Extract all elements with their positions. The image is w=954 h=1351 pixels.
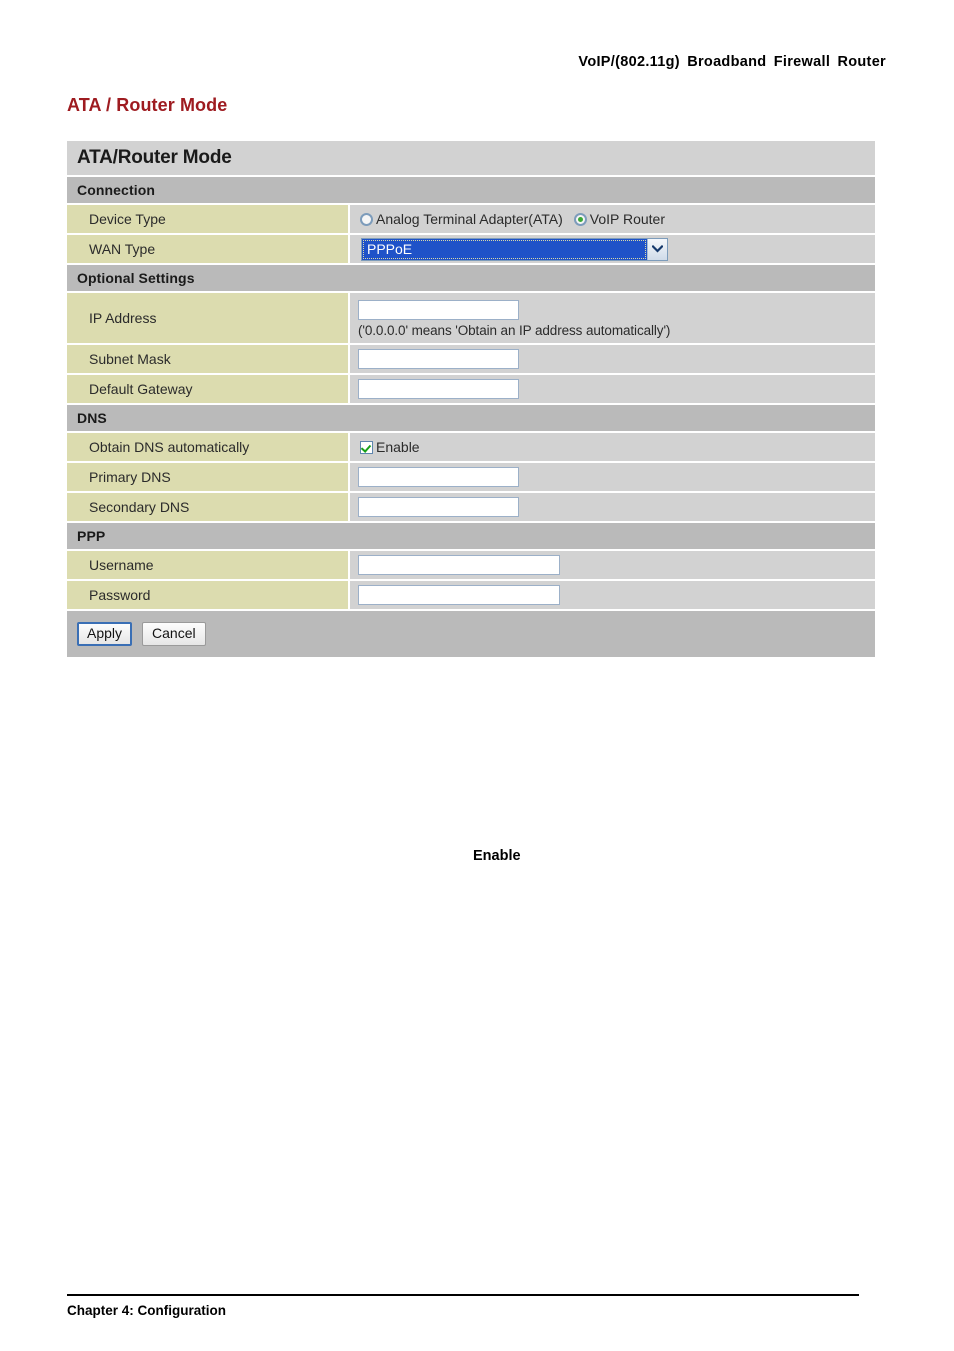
field-label-default-gateway: Default Gateway [67, 375, 350, 403]
primary-dns-input[interactable] [358, 467, 519, 487]
panel-button-bar: Apply Cancel [67, 611, 875, 657]
section-header-optional-settings: Optional Settings [67, 265, 875, 293]
field-value-secondary-dns [350, 493, 875, 521]
section-header-connection: Connection [67, 177, 875, 205]
field-label-primary-dns: Primary DNS [67, 463, 350, 491]
obtain-dns-checkbox-icon[interactable] [360, 440, 373, 454]
table-row-primary-dns: Primary DNS [67, 463, 875, 493]
body-text-enable: Enable [473, 848, 521, 864]
section-header-dns: DNS [67, 405, 875, 433]
field-value-default-gateway [350, 375, 875, 403]
table-row-wan-type: WAN Type PPPoE [67, 235, 875, 265]
field-value-wan-type: PPPoE [350, 235, 875, 263]
footer-chapter-label: Chapter 4: Configuration [67, 1303, 226, 1318]
username-input[interactable] [358, 555, 560, 575]
table-row-password: Password [67, 581, 875, 611]
wan-type-select[interactable]: PPPoE [361, 237, 668, 261]
field-label-obtain-dns-automatically: Obtain DNS automatically [67, 433, 350, 461]
ip-address-hint: ('0.0.0.0' means 'Obtain an IP address a… [358, 322, 671, 338]
ata-router-mode-panel: ATA/Router Mode Connection Device Type A… [67, 141, 875, 657]
table-row-ip-address: IP Address ('0.0.0.0' means 'Obtain an I… [67, 293, 875, 345]
field-value-ip-address: ('0.0.0.0' means 'Obtain an IP address a… [350, 293, 875, 343]
field-value-username [350, 551, 875, 579]
panel-title: ATA/Router Mode [67, 141, 875, 177]
cancel-button[interactable]: Cancel [142, 622, 206, 646]
radio-button-voip-router-icon[interactable] [573, 212, 587, 226]
field-value-password [350, 581, 875, 609]
field-label-subnet-mask: Subnet Mask [67, 345, 350, 373]
field-value-device-type: Analog Terminal Adapter(ATA) VoIP Router [350, 205, 875, 233]
footer-divider [67, 1294, 859, 1296]
field-value-obtain-dns: Enable [350, 433, 875, 461]
apply-button[interactable]: Apply [77, 622, 133, 646]
table-row-obtain-dns: Obtain DNS automatically Enable [67, 433, 875, 463]
radio-label-voip-router: VoIP Router [589, 211, 666, 227]
device-type-radio-group: Analog Terminal Adapter(ATA) VoIP Router [358, 211, 665, 227]
field-label-ip-address: IP Address [67, 293, 350, 343]
chevron-down-icon[interactable] [647, 238, 667, 260]
field-value-subnet-mask [350, 345, 875, 373]
subnet-mask-input[interactable] [358, 349, 519, 369]
table-row-secondary-dns: Secondary DNS [67, 493, 875, 523]
radio-option-voip-router[interactable]: VoIP Router [573, 211, 666, 227]
field-label-wan-type: WAN Type [67, 235, 350, 263]
table-row-default-gateway: Default Gateway [67, 375, 875, 405]
field-label-password: Password [67, 581, 350, 609]
field-label-username: Username [67, 551, 350, 579]
field-label-secondary-dns: Secondary DNS [67, 493, 350, 521]
obtain-dns-checkbox-label: Enable [376, 439, 420, 455]
section-header-ppp: PPP [67, 523, 875, 551]
table-row-subnet-mask: Subnet Mask [67, 345, 875, 375]
radio-button-ata-icon[interactable] [360, 212, 373, 226]
radio-label-ata: Analog Terminal Adapter(ATA) [376, 211, 563, 227]
default-gateway-input[interactable] [358, 379, 519, 399]
secondary-dns-input[interactable] [358, 497, 519, 517]
field-value-primary-dns [350, 463, 875, 491]
wan-type-selected-value[interactable]: PPPoE [362, 238, 647, 260]
field-label-device-type: Device Type [67, 205, 350, 233]
table-row-username: Username [67, 551, 875, 581]
password-input[interactable] [358, 585, 560, 605]
page-title: ATA / Router Mode [67, 95, 228, 115]
table-row-device-type: Device Type Analog Terminal Adapter(ATA)… [67, 205, 875, 235]
obtain-dns-checkbox-wrapper[interactable]: Enable [358, 439, 420, 455]
radio-option-ata[interactable]: Analog Terminal Adapter(ATA) [360, 211, 563, 227]
document-header-title: VoIP/(802.11g) Broadband Firewall Router [578, 54, 886, 70]
ip-address-input[interactable] [358, 299, 519, 320]
